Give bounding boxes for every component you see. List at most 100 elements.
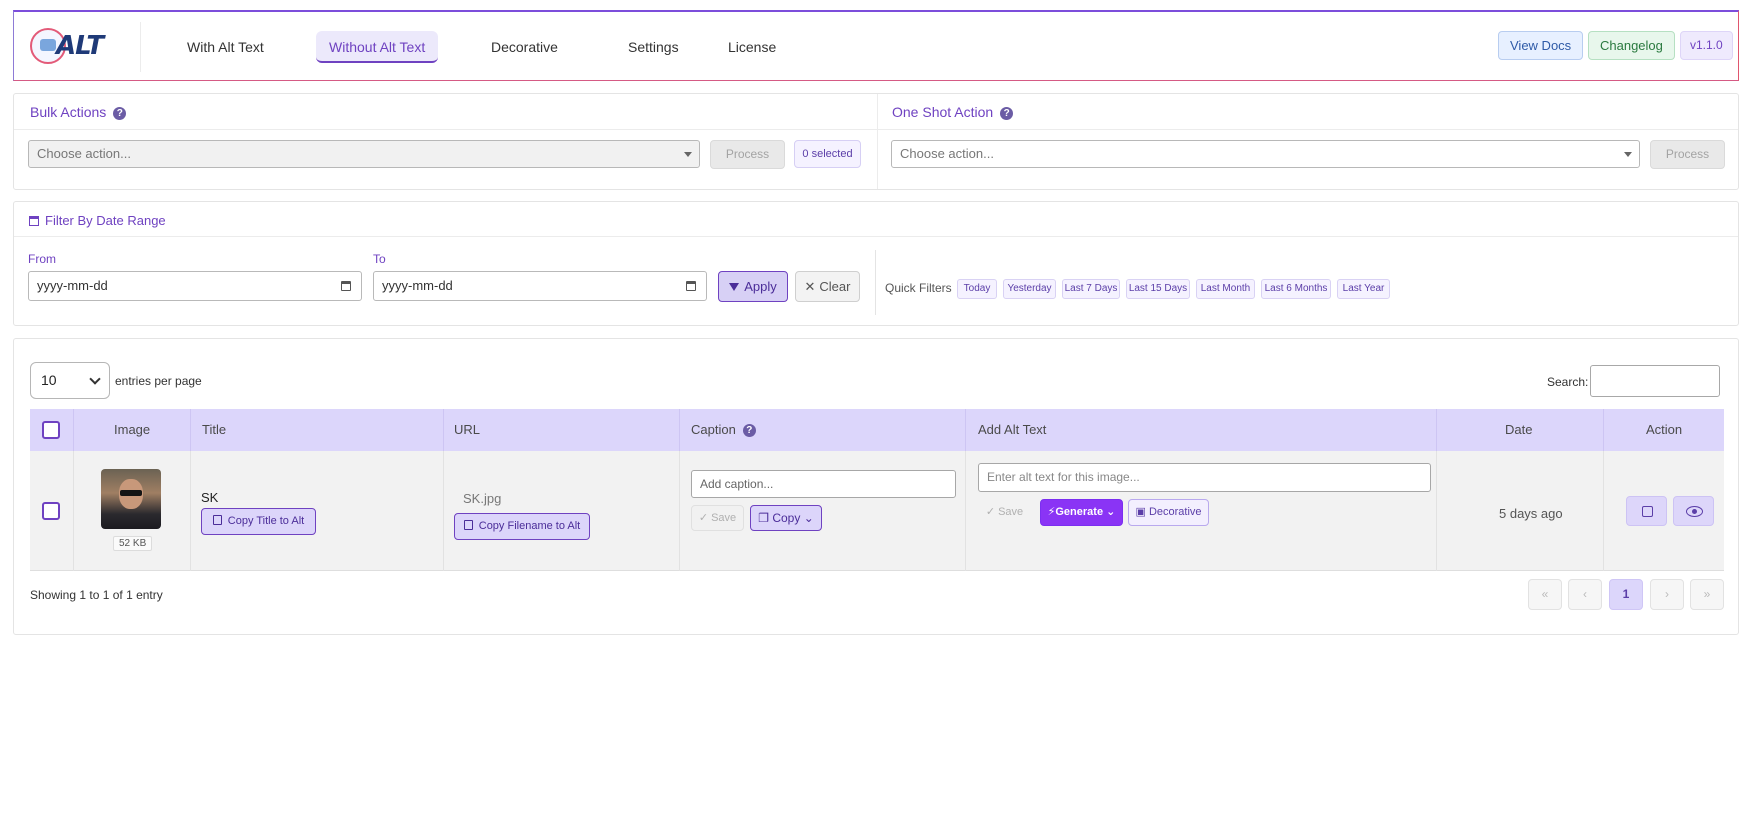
help-icon[interactable]: ? xyxy=(742,424,756,438)
calendar-icon[interactable] xyxy=(341,281,351,291)
from-date-input[interactable]: yyyy-mm-dd xyxy=(28,271,362,301)
filter-icon xyxy=(729,283,740,291)
copy-caption-label: Copy xyxy=(772,511,801,525)
alt-text-input[interactable]: Enter alt text for this image... xyxy=(978,463,1431,492)
view-image-button[interactable] xyxy=(1673,496,1714,526)
copy-title-to-alt-button[interactable]: Copy Title to Alt xyxy=(201,508,316,535)
column-divider xyxy=(1603,451,1604,571)
quick-filter-last-15-days[interactable]: Last 15 Days xyxy=(1126,279,1190,299)
plugin-logo[interactable]: ALT xyxy=(30,26,118,66)
column-header-url[interactable]: URL xyxy=(454,409,480,451)
column-header-caption[interactable]: Caption? xyxy=(691,409,756,451)
column-divider xyxy=(1436,409,1437,451)
tab-with-alt-text[interactable]: With Alt Text xyxy=(174,31,277,63)
copy-icon: ❐ xyxy=(758,511,773,525)
one-shot-process-button[interactable]: Process xyxy=(1650,140,1725,169)
mark-decorative-button[interactable]: ▣ Decorative xyxy=(1128,499,1209,526)
quick-filter-last-month[interactable]: Last Month xyxy=(1196,279,1255,299)
help-icon[interactable]: ? xyxy=(113,107,127,121)
column-header-action: Action xyxy=(1646,422,1683,437)
quick-filter-last-year[interactable]: Last Year xyxy=(1337,279,1390,299)
row-checkbox[interactable] xyxy=(42,502,60,520)
view-docs-button[interactable]: View Docs xyxy=(1498,31,1584,60)
help-icon[interactable]: ? xyxy=(1000,107,1014,121)
to-label: To xyxy=(373,252,386,266)
logo-text: ALT xyxy=(56,31,104,61)
generate-alt-text-button[interactable]: ⚡Generate ⌄ xyxy=(1040,499,1123,526)
column-divider xyxy=(190,451,191,571)
edit-icon xyxy=(1642,506,1653,517)
card-divider xyxy=(14,129,1738,130)
copy-caption-dropdown-button[interactable]: ❐ Copy ⌄ xyxy=(750,505,822,531)
apply-filter-button[interactable]: Apply xyxy=(718,271,788,302)
pagination-first[interactable]: « xyxy=(1528,579,1562,610)
card-divider xyxy=(14,236,1738,237)
one-shot-action-select[interactable]: Choose action... xyxy=(891,140,1640,168)
file-size-badge: 52 KB xyxy=(113,536,153,551)
tab-settings[interactable]: Settings xyxy=(615,31,692,63)
column-header-image[interactable]: Image xyxy=(114,409,150,451)
caption-placeholder: Add caption... xyxy=(700,477,774,491)
column-divider xyxy=(73,451,74,571)
calendar-icon[interactable] xyxy=(686,281,696,291)
image-thumbnail[interactable] xyxy=(101,469,161,529)
changelog-button[interactable]: Changelog xyxy=(1588,31,1675,60)
pagination-next[interactable]: › xyxy=(1650,579,1684,610)
chevron-down-icon: ⌄ xyxy=(1103,506,1116,518)
generate-label: Generate xyxy=(1055,506,1104,518)
column-header-alt-text[interactable]: Add Alt Text xyxy=(978,409,1046,451)
pagination-page-1[interactable]: 1 xyxy=(1609,579,1643,610)
tab-license[interactable]: License xyxy=(715,31,789,63)
quick-filter-yesterday[interactable]: Yesterday xyxy=(1003,279,1056,299)
tab-without-alt-text[interactable]: Without Alt Text xyxy=(316,31,439,63)
quick-filter-today[interactable]: Today xyxy=(957,279,997,299)
filter-header: Filter By Date Range xyxy=(29,213,166,228)
save-caption-button[interactable]: ✓ Save xyxy=(691,505,744,531)
column-divider xyxy=(679,451,680,571)
select-all-checkbox[interactable] xyxy=(42,421,60,439)
date-filter-card: Filter By Date Range From yyyy-mm-dd To … xyxy=(13,201,1739,326)
version-badge: v1.1.0 xyxy=(1680,31,1733,60)
caret-down-icon xyxy=(684,152,692,157)
edit-image-button[interactable] xyxy=(1626,496,1667,526)
save-alt-text-button[interactable]: ✓ Save xyxy=(978,499,1031,525)
to-date-input[interactable]: yyyy-mm-dd xyxy=(373,271,707,301)
search-input[interactable] xyxy=(1590,365,1720,397)
column-divider xyxy=(443,451,444,571)
eye-pupil xyxy=(1692,509,1697,514)
from-date-value: yyyy-mm-dd xyxy=(37,278,108,293)
bulk-action-select[interactable]: Choose action... xyxy=(28,140,700,168)
card-column-divider xyxy=(877,94,878,189)
column-header-title[interactable]: Title xyxy=(202,409,226,451)
pagination-last[interactable]: » xyxy=(1690,579,1724,610)
pagination-prev[interactable]: ‹ xyxy=(1568,579,1602,610)
chevron-down-icon xyxy=(89,373,101,385)
bulk-actions-header: Bulk Actions? xyxy=(30,104,127,121)
image-url: SK.jpg xyxy=(463,491,502,506)
column-header-date[interactable]: Date xyxy=(1505,409,1532,451)
tab-decorative[interactable]: Decorative xyxy=(478,31,571,63)
copy-filename-to-alt-button[interactable]: Copy Filename to Alt xyxy=(454,513,590,540)
column-divider xyxy=(190,409,191,451)
caret-down-icon xyxy=(1624,152,1632,157)
quick-filter-last-7-days[interactable]: Last 7 Days xyxy=(1062,279,1120,299)
to-date-value: yyyy-mm-dd xyxy=(382,278,453,293)
close-icon: ✕ xyxy=(804,279,816,294)
clear-filter-button[interactable]: ✕ Clear xyxy=(795,271,860,302)
clear-label: Clear xyxy=(819,279,851,294)
one-shot-title: One Shot Action xyxy=(892,104,994,120)
one-shot-action-placeholder: Choose action... xyxy=(900,146,994,161)
quick-filter-last-6-months[interactable]: Last 6 Months xyxy=(1261,279,1331,299)
entries-per-page-label: entries per page xyxy=(115,374,202,388)
column-divider xyxy=(965,451,966,571)
entries-per-page-select[interactable]: 10 xyxy=(30,362,110,399)
search-label: Search: xyxy=(1547,375,1589,389)
filter-title: Filter By Date Range xyxy=(45,213,166,228)
column-divider xyxy=(679,409,680,451)
table-row: 52 KB SK Copy Title to Alt SK.jpg Copy F… xyxy=(30,451,1724,571)
table-header: Image Title URL Caption? Add Alt Text Da… xyxy=(30,409,1724,451)
save-caption-label: Save xyxy=(711,512,737,524)
bulk-process-button[interactable]: Process xyxy=(710,140,785,169)
caption-input[interactable]: Add caption... xyxy=(691,470,956,498)
image-icon: ▣ xyxy=(1135,506,1149,518)
